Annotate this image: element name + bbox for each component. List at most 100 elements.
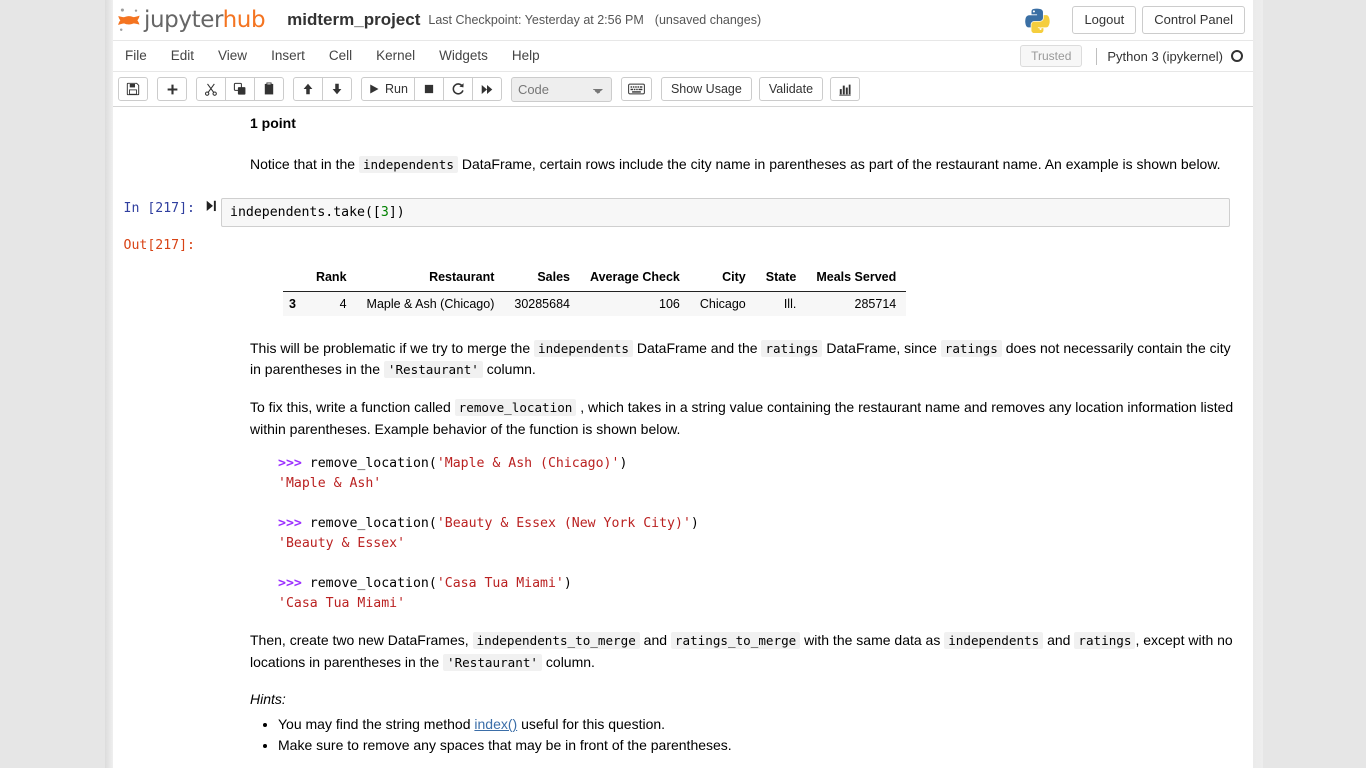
move-cell-up-button[interactable] — [293, 77, 323, 101]
inline-code-restaurant-2: 'Restaurant' — [443, 653, 543, 671]
hints-label: Hints: — [250, 691, 286, 708]
play-to-bar-icon — [206, 200, 216, 211]
play-icon — [370, 84, 379, 94]
notebook-viewport: jupyterhub midterm_project Last Checkpoi… — [113, 0, 1253, 768]
create-text-3: with the same data as — [804, 631, 941, 648]
jupyterhub-logo-link[interactable]: jupyterhub — [115, 6, 266, 34]
paragraph-fix: To fix this, write a function called rem… — [250, 397, 1235, 440]
menu-bar: File Edit View Insert Cell Kernel Widget… — [113, 41, 1253, 72]
restart-kernel-button[interactable] — [442, 77, 473, 101]
cell-state: Ill. — [783, 296, 797, 311]
restart-and-run-all-button[interactable] — [471, 77, 502, 101]
browser-page: jupyterhub midterm_project Last Checkpoi… — [0, 0, 1366, 768]
resource-chart-button[interactable] — [830, 77, 861, 101]
merge-text-2: DataFrame and the — [636, 339, 758, 356]
menu-cell[interactable]: Cell — [317, 43, 364, 69]
code-token-number: 3 — [380, 204, 389, 220]
scissors-icon — [204, 83, 217, 96]
example-call-post-3: ) — [563, 575, 572, 591]
move-cell-down-button[interactable] — [322, 77, 352, 101]
markdown-cell-body[interactable]: This will be problematic if we try to me… — [250, 338, 1235, 440]
menu-insert[interactable]: Insert — [259, 43, 317, 69]
create-text-4: and — [1047, 631, 1071, 648]
notebook-scroll-area[interactable]: 1 point Notice that in the independents … — [113, 107, 1253, 768]
column-header-restaurant: Restaurant — [356, 265, 505, 292]
example-arg-3: 'Casa Tua Miami' — [436, 575, 564, 591]
inline-code-ratings-2: ratings — [940, 339, 1002, 357]
hint-1-post: useful for this question. — [521, 716, 666, 733]
inline-code-ratings-to-merge: ratings_to_merge — [670, 631, 801, 649]
inline-code-independents: independents — [358, 155, 458, 173]
toolbar-group-save — [118, 77, 148, 101]
cell-rank: 4 — [339, 296, 347, 311]
notebook-toolbar: Run Code Show Usage Validate — [113, 72, 1253, 107]
example-call-post-2: ) — [690, 515, 699, 531]
dataframe-table: Rank Restaurant Sales Average Check City… — [283, 265, 907, 316]
hint-1-pre: You may find the string method — [278, 716, 471, 733]
logout-button[interactable]: Logout — [1072, 6, 1137, 34]
insert-cell-below-button[interactable] — [157, 77, 187, 101]
merge-text-1: This will be problematic if we try to me… — [250, 339, 531, 356]
output-prompt: Out[217]: — [123, 237, 195, 253]
validate-button[interactable]: Validate — [758, 77, 824, 101]
inline-code-remove-location: remove_location — [454, 399, 577, 417]
example-result-1: 'Maple & Ash' — [278, 475, 382, 491]
menu-edit[interactable]: Edit — [159, 43, 206, 69]
menu-kernel[interactable]: Kernel — [364, 43, 427, 69]
column-header-average-check: Average Check — [580, 265, 690, 292]
save-button[interactable] — [118, 77, 148, 101]
bar-chart-icon — [839, 84, 851, 96]
menu-widgets[interactable]: Widgets — [427, 43, 500, 69]
run-cell-button[interactable]: Run — [361, 77, 415, 101]
example-line-3: >>> remove_location('Casa Tua Miami') — [278, 574, 1253, 594]
markdown-cell-tail[interactable]: Then, create two new DataFrames, indepen… — [250, 630, 1235, 756]
merge-text-3: DataFrame, since — [826, 339, 937, 356]
table-header-row: Rank Restaurant Sales Average Check City… — [283, 265, 907, 292]
cell-sales: 30285684 — [514, 296, 570, 311]
save-floppy-icon — [126, 82, 140, 96]
menu-file[interactable]: File — [113, 43, 159, 69]
cell-city: Chicago — [699, 296, 746, 311]
notebook-title[interactable]: midterm_project — [287, 10, 420, 30]
command-palette-button[interactable] — [620, 77, 652, 101]
inline-code-restaurant-1: 'Restaurant' — [383, 361, 483, 379]
control-panel-button[interactable]: Control Panel — [1142, 6, 1245, 34]
repl-prompt-3: >>> — [278, 575, 302, 591]
kernel-idle-indicator-icon — [1231, 50, 1243, 62]
interrupt-kernel-button[interactable] — [413, 77, 444, 101]
python-logo-icon — [1025, 8, 1051, 33]
index-method-link[interactable]: index() — [474, 716, 517, 732]
intro-paragraph: Notice that in the independents DataFram… — [250, 154, 1235, 176]
cut-button[interactable] — [196, 77, 226, 101]
example-arg-2: 'Beauty & Essex (New York City)' — [436, 515, 691, 531]
column-header-state: State — [755, 265, 807, 292]
table-row: 3 4 Maple & Ash (Chicago) 30285684 106 C… — [283, 291, 907, 316]
code-cell-output-row: Out[217]: — [113, 235, 1253, 256]
paste-button[interactable] — [254, 77, 284, 101]
cell-run-indicator-icon[interactable] — [201, 198, 221, 212]
example-result-2: 'Beauty & Essex' — [278, 535, 406, 551]
toolbar-group-palette — [620, 77, 652, 101]
code-cell-input-row[interactable]: In [217]: independents.take([3]) — [113, 197, 1253, 227]
cell-type-select[interactable]: CodeMarkdownRaw NBConvertHeading — [510, 76, 612, 102]
repl-prompt-2: >>> — [278, 515, 302, 531]
page-right-gutter — [1253, 0, 1263, 768]
example-call-post-1: ) — [619, 455, 628, 471]
stop-square-icon — [424, 84, 434, 94]
inline-code-independents-2: independents — [534, 339, 633, 357]
markdown-cell-intro[interactable]: 1 point Notice that in the independents … — [250, 113, 1235, 176]
kernel-name-label[interactable]: Python 3 (ipykernel) — [1107, 49, 1223, 64]
show-usage-button[interactable]: Show Usage — [660, 77, 752, 101]
intro-text-part1: Notice that in the — [250, 155, 356, 172]
inline-code-independents-3: independents — [944, 631, 1044, 649]
menu-view[interactable]: View — [206, 43, 259, 69]
column-header-rank: Rank — [305, 265, 357, 292]
menu-help[interactable]: Help — [500, 43, 552, 69]
jupyterhub-wordmark: jupyterhub — [144, 8, 266, 32]
list-item: Make sure to remove any spaces that may … — [278, 735, 1235, 756]
fast-forward-icon — [481, 84, 493, 94]
arrow-down-icon — [332, 83, 342, 95]
code-editor[interactable]: independents.take([3]) — [221, 197, 1230, 227]
copy-button[interactable] — [225, 77, 255, 101]
merge-text-5: column. — [486, 361, 536, 378]
